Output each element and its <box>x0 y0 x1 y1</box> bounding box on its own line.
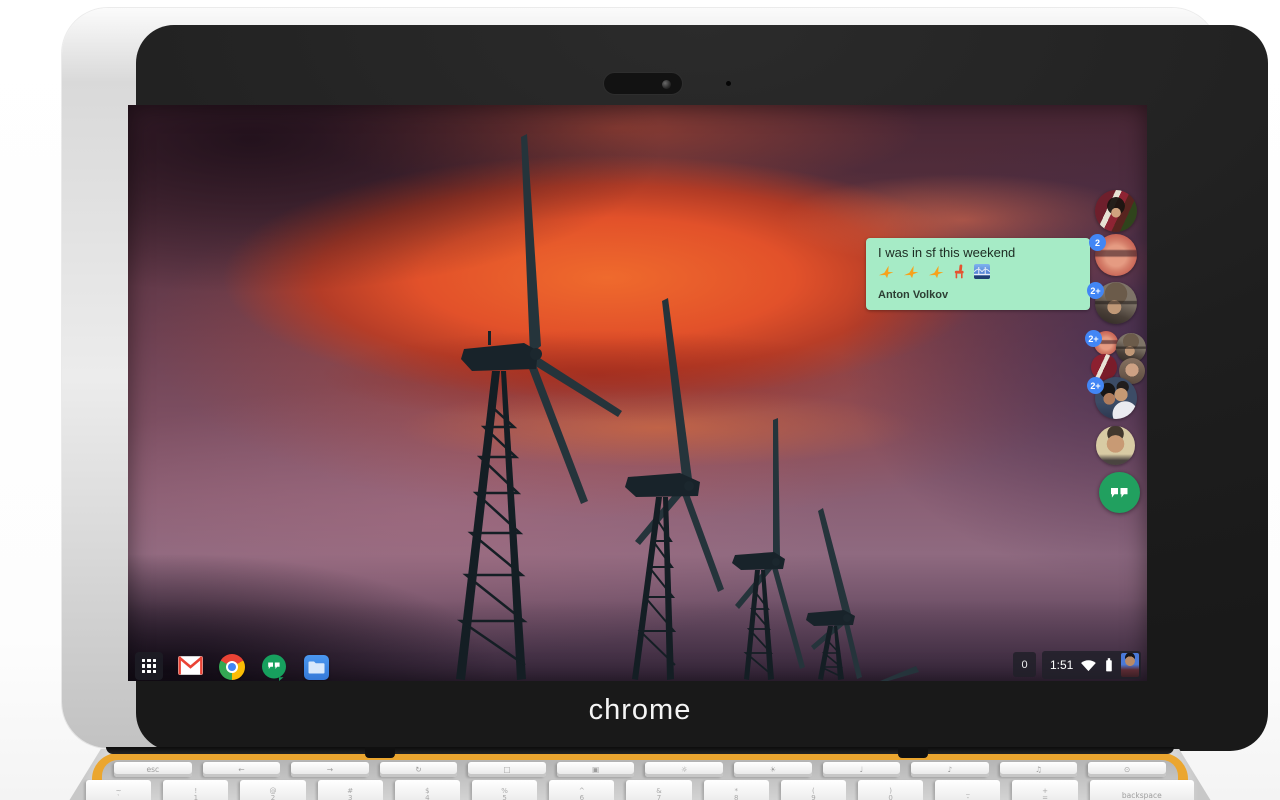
hangouts-message-bubble[interactable]: I was in sf this weekend Anton Volkov <box>866 238 1090 310</box>
webcam-lens-icon <box>662 80 671 89</box>
key-0: )0 <box>858 780 923 800</box>
chrome-logo-text: chrome <box>0 694 1280 727</box>
user-avatar <box>1121 653 1139 677</box>
airplane-emoji-icon <box>927 263 945 279</box>
key-1: !1 <box>163 780 228 800</box>
key-volume-up: ♫ <box>1000 762 1078 777</box>
key-power: ⊙ <box>1088 762 1166 777</box>
app-launcher-button[interactable] <box>135 652 163 680</box>
key-2: @2 <box>240 780 305 800</box>
wind-turbines-wallpaper <box>128 105 1147 681</box>
keyboard-accent-trim: esc ← → ↻ □ ▣ ☼ ☀ ♩ ♪ ♫ ⊙ ~` !1 @2 <box>92 753 1188 800</box>
airplane-emoji-icon <box>902 263 920 279</box>
keyboard-well: esc ← → ↻ □ ▣ ☼ ☀ ♩ ♪ ♫ ⊙ ~` !1 @2 <box>102 760 1178 800</box>
bridge-emoji-icon <box>974 264 990 279</box>
key-fullscreen: □ <box>468 762 546 777</box>
chromebook-product-photo: { "device": { "brand_label": "chrome", "… <box>0 0 1280 800</box>
desktop-screen: I was in sf this weekend Anton Volkov 2 … <box>128 105 1147 681</box>
key-esc: esc <box>114 762 192 777</box>
shelf-item-gmail[interactable] <box>178 656 203 675</box>
key-forward: → <box>291 762 369 777</box>
key-brightness-up: ☀ <box>734 762 812 777</box>
notification-counter[interactable]: 0 <box>1013 652 1036 677</box>
hangouts-icon <box>261 654 287 681</box>
key-6: ^6 <box>549 780 614 800</box>
message-emoji-row <box>878 264 990 279</box>
battery-icon <box>1104 657 1114 673</box>
key-8: *8 <box>704 780 769 800</box>
key-7: &7 <box>626 780 691 800</box>
chat-head-contact-2[interactable]: 2 <box>1095 234 1137 276</box>
key-3: #3 <box>318 780 383 800</box>
key-equals: += <box>1012 780 1077 800</box>
unread-count-badge: 2+ <box>1085 330 1102 347</box>
files-icon <box>304 655 329 680</box>
unread-count-badge: 2 <box>1089 234 1106 251</box>
key-backspace: backspace <box>1090 780 1194 800</box>
shelf-item-files[interactable] <box>304 655 329 680</box>
clock: 1:51 <box>1050 658 1073 672</box>
chat-head-contact-4[interactable]: 2+ <box>1095 377 1137 419</box>
key-back: ← <box>203 762 281 777</box>
chrome-icon <box>219 654 245 680</box>
key-refresh: ↻ <box>380 762 458 777</box>
microphone-hole <box>726 81 731 86</box>
number-key-row: ~` !1 @2 #3 $4 %5 ^6 &7 *8 (9 )0 _- += b… <box>86 780 1194 800</box>
key-9: (9 <box>781 780 846 800</box>
key-volume-down: ♪ <box>911 762 989 777</box>
hinge-foot <box>365 747 395 758</box>
chat-head-contact-5[interactable] <box>1096 426 1135 465</box>
message-sender-name: Anton Volkov <box>878 289 948 301</box>
key-minus: _- <box>935 780 1000 800</box>
laptop-base: esc ← → ↻ □ ▣ ☼ ☀ ♩ ♪ ♫ ⊙ ~` !1 @2 <box>0 747 1280 800</box>
hinge-foot <box>898 747 928 758</box>
key-overview: ▣ <box>557 762 635 777</box>
webcam-module <box>603 72 683 95</box>
wifi-icon <box>1080 659 1097 672</box>
key-grave: ~` <box>86 780 151 800</box>
shelf-item-chrome[interactable] <box>219 654 245 680</box>
chat-head-contact-1[interactable] <box>1095 190 1137 232</box>
hinge-strip <box>106 747 1174 754</box>
key-mute: ♩ <box>823 762 901 777</box>
function-key-row: esc ← → ↻ □ ▣ ☼ ☀ ♩ ♪ ♫ ⊙ <box>114 762 1166 777</box>
chat-head-contact-3[interactable]: 2+ <box>1095 282 1137 324</box>
key-brightness-down: ☼ <box>645 762 723 777</box>
unread-count-badge: 2+ <box>1087 282 1104 299</box>
apps-grid-icon <box>142 659 157 674</box>
unread-count-badge: 2+ <box>1087 377 1104 394</box>
key-4: $4 <box>395 780 460 800</box>
system-tray[interactable]: 1:51 <box>1042 651 1141 679</box>
shelf-item-hangouts[interactable] <box>261 654 287 681</box>
seat-emoji-icon <box>953 264 965 279</box>
key-5: %5 <box>472 780 537 800</box>
hangouts-quotes-icon <box>1111 488 1129 498</box>
hangouts-button[interactable] <box>1099 472 1140 513</box>
message-text: I was in sf this weekend <box>878 245 1015 260</box>
chat-head-group[interactable]: 2+ <box>1090 329 1146 381</box>
gmail-icon <box>178 656 203 675</box>
airplane-emoji-icon <box>877 263 895 279</box>
